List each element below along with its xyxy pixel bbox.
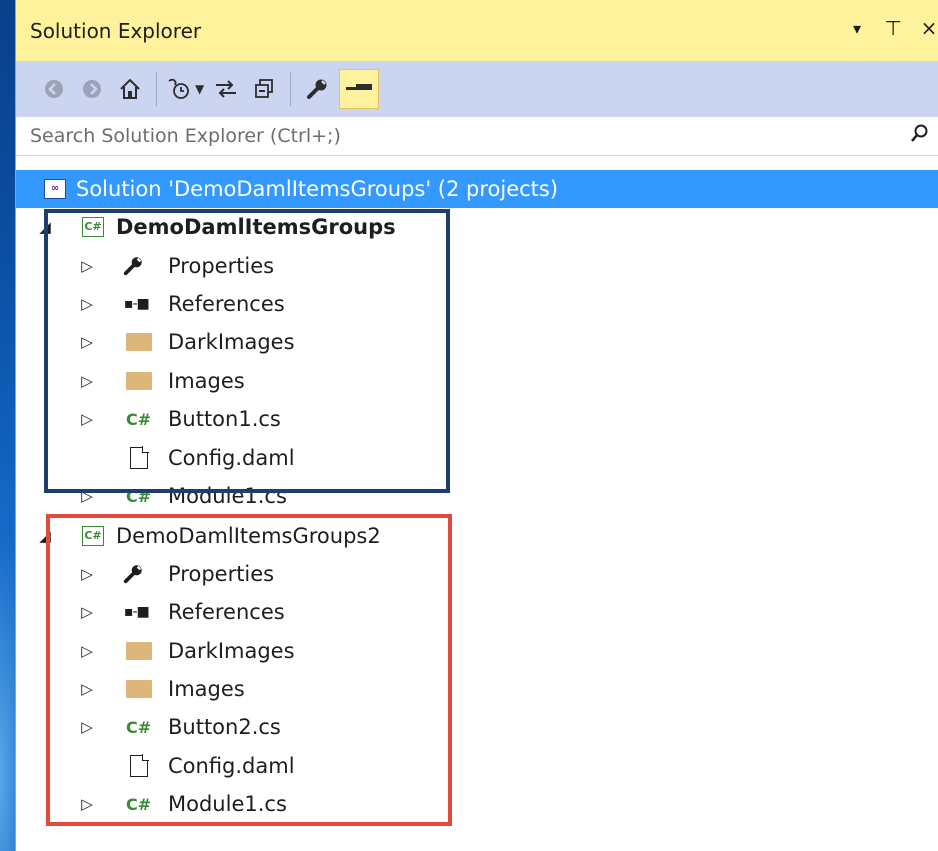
tree-item-label: Button1.cs	[168, 407, 281, 431]
tree-item-label: Solution 'DemoDamlItemsGroups' (2 projec…	[76, 177, 559, 201]
folder-icon	[126, 372, 152, 390]
tree-item-label: Module1.cs	[168, 792, 287, 816]
tree-item-label: References	[168, 292, 285, 316]
tree-item-label: DarkImages	[168, 330, 295, 354]
home-icon[interactable]	[114, 69, 146, 109]
toolbar: ▼	[16, 62, 938, 116]
tree-item-project[interactable]: ◢ C# DemoDamlItemsGroups	[16, 208, 938, 246]
tree-item-label: Images	[168, 677, 245, 701]
tree-item-cs-file[interactable]: ▷ C# Module1.cs	[16, 477, 938, 515]
tree-item-folder[interactable]: ▷ Images	[16, 670, 938, 708]
wrench-icon	[122, 563, 144, 585]
tree-item-label: Properties	[168, 562, 275, 586]
tree-item-properties[interactable]: ▷ Properties	[16, 555, 938, 593]
tree-item-label: DemoDamlItemsGroups2	[116, 524, 381, 548]
collapsed-arrow-icon[interactable]: ▷	[78, 718, 96, 736]
panel-title: Solution Explorer	[30, 19, 202, 43]
pin-icon[interactable]: ⊥	[884, 16, 902, 40]
tree-item-label: Config.daml	[168, 446, 295, 470]
file-icon	[130, 754, 149, 777]
folder-icon	[126, 333, 152, 351]
pending-changes-filter-icon[interactable]: ▼	[167, 69, 204, 109]
tree-item-label: References	[168, 600, 285, 624]
collapsed-arrow-icon[interactable]: ▷	[78, 642, 96, 660]
solution-explorer-panel: Solution Explorer ▾ ⊥ × ▼ Search Solutio…	[15, 0, 938, 851]
solution-icon: ∞	[44, 179, 66, 199]
collapsed-arrow-icon[interactable]: ▷	[78, 565, 96, 583]
file-icon	[130, 446, 149, 469]
sync-with-active-document-icon[interactable]	[210, 69, 242, 109]
title-bar: Solution Explorer ▾ ⊥ ×	[16, 0, 938, 62]
tree-item-solution[interactable]: ∞ Solution 'DemoDamlItemsGroups' (2 proj…	[16, 170, 938, 208]
folder-icon	[126, 642, 152, 660]
preview-selected-items-icon[interactable]	[339, 69, 380, 109]
window-position-dropdown-icon[interactable]: ▾	[848, 19, 866, 38]
back-icon[interactable]	[38, 69, 70, 109]
tree-item-project[interactable]: ◢ C# DemoDamlItemsGroups2	[16, 517, 938, 555]
csharp-file-icon: C#	[126, 717, 152, 737]
collapsed-arrow-icon[interactable]: ▷	[78, 680, 96, 698]
toolbar-separator	[156, 72, 157, 106]
csharp-file-icon: C#	[126, 409, 152, 429]
tree-item-file[interactable]: Config.daml	[16, 439, 938, 477]
tree-item-references[interactable]: ▷ ▪-■ References	[16, 285, 938, 323]
csharp-file-icon: C#	[126, 486, 152, 506]
expanded-arrow-icon[interactable]: ◢	[36, 527, 54, 545]
tree-item-cs-file[interactable]: ▷ C# Button2.cs	[16, 708, 938, 746]
forward-icon[interactable]	[76, 69, 108, 109]
tree-item-label: Images	[168, 369, 245, 393]
csharp-project-icon: C#	[82, 526, 104, 546]
collapsed-arrow-icon[interactable]: ▷	[78, 333, 96, 351]
tree-item-label: Config.daml	[168, 754, 295, 778]
tree-item-folder[interactable]: ▷ Images	[16, 362, 938, 400]
close-icon[interactable]: ×	[920, 16, 938, 40]
tree-item-file[interactable]: Config.daml	[16, 747, 938, 785]
wrench-icon[interactable]	[301, 69, 333, 109]
search-input[interactable]	[30, 121, 890, 151]
expanded-arrow-icon[interactable]: ◢	[36, 218, 54, 236]
tree-item-label: DarkImages	[168, 639, 295, 663]
tree-item-cs-file[interactable]: ▷ C# Module1.cs	[16, 785, 938, 823]
collapsed-arrow-icon[interactable]: ▷	[78, 257, 96, 275]
title-bar-controls: ▾ ⊥ ×	[848, 16, 938, 40]
tree-item-folder[interactable]: ▷ DarkImages	[16, 323, 938, 361]
references-icon: ▪-■	[124, 296, 150, 312]
tree-item-folder[interactable]: ▷ DarkImages	[16, 632, 938, 670]
collapsed-arrow-icon[interactable]: ▷	[78, 410, 96, 428]
tree-item-label: DemoDamlItemsGroups	[116, 215, 396, 239]
folder-icon	[126, 680, 152, 698]
tree-item-label: Module1.cs	[168, 484, 287, 508]
csharp-file-icon: C#	[126, 794, 152, 814]
collapsed-arrow-icon[interactable]: ▷	[78, 795, 96, 813]
csharp-project-icon: C#	[82, 217, 104, 237]
wrench-icon	[122, 255, 144, 277]
search-icon[interactable]	[910, 123, 930, 148]
collapsed-arrow-icon[interactable]: ▷	[78, 295, 96, 313]
tree-item-label: Properties	[168, 254, 275, 278]
collapsed-arrow-icon[interactable]: ▷	[78, 487, 96, 505]
tree-item-cs-file[interactable]: ▷ C# Button1.cs	[16, 400, 938, 438]
tree-item-properties[interactable]: ▷ Properties	[16, 247, 938, 285]
collapsed-arrow-icon[interactable]: ▷	[78, 603, 96, 621]
search-bar	[16, 116, 938, 156]
references-icon: ▪-■	[124, 604, 150, 620]
tree-item-references[interactable]: ▷ ▪-■ References	[16, 593, 938, 631]
collapse-all-icon[interactable]	[248, 69, 280, 109]
chevron-down-icon[interactable]: ▼	[195, 82, 204, 96]
tree-item-label: Button2.cs	[168, 715, 281, 739]
collapsed-arrow-icon[interactable]: ▷	[78, 372, 96, 390]
toolbar-separator	[290, 72, 292, 106]
